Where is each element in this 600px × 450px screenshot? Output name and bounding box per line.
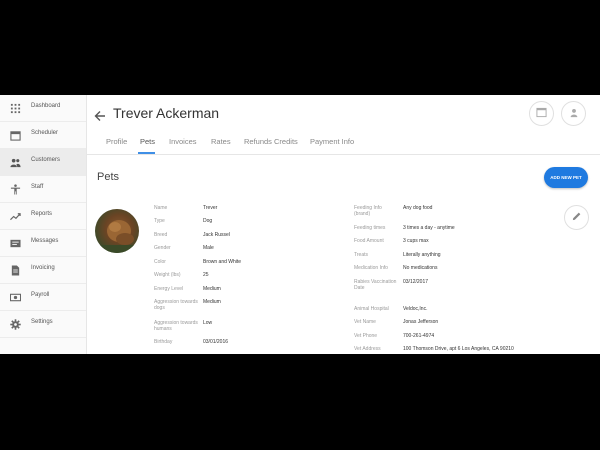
tab-invoices[interactable]: Invoices <box>169 137 197 146</box>
calendar-icon <box>536 105 547 123</box>
detail-label: Vet Name <box>354 319 376 325</box>
detail-value: Brown and White <box>203 259 242 265</box>
detail-value: Literally anything <box>403 252 441 258</box>
sidebar-item-label: Messages <box>31 238 59 244</box>
sidebar-item-invoicing[interactable]: Invoicing <box>0 257 86 284</box>
detail-value: Medium <box>203 286 221 292</box>
sidebar-item-label: Customers <box>31 157 61 163</box>
detail-label: Color <box>154 259 166 265</box>
sidebar-item-payroll[interactable]: Payroll <box>0 284 86 311</box>
detail-label: Birthday <box>154 339 173 345</box>
detail-label: Vet Address <box>354 346 381 352</box>
document-icon <box>10 265 21 276</box>
tab-pets[interactable]: Pets <box>140 137 155 146</box>
account-button[interactable] <box>561 101 586 126</box>
detail-value: Dog <box>203 218 213 224</box>
back-arrow-icon[interactable] <box>94 109 106 121</box>
people-icon <box>10 157 21 168</box>
message-icon <box>10 238 21 249</box>
money-icon <box>10 292 21 303</box>
detail-value: Male <box>203 245 214 251</box>
sidebar-item-dashboard[interactable]: Dashboard <box>0 95 86 122</box>
sidebar-item-label: Reports <box>31 211 53 217</box>
detail-label: Weight (lbs) <box>154 272 181 278</box>
sidebar: Dashboard Scheduler Customers Staff Repo… <box>0 95 87 354</box>
add-new-pet-button[interactable]: ADD NEW PET <box>544 167 588 188</box>
detail-value: 03/01/2016 <box>203 339 229 345</box>
sidebar-item-label: Staff <box>31 184 44 190</box>
detail-value: Veldoc,Inc. <box>403 306 428 312</box>
detail-value: 25 <box>203 272 209 278</box>
sidebar-item-label: Scheduler <box>31 130 59 136</box>
detail-value: 3 cups max <box>403 238 429 244</box>
detail-label: Rabies Vaccination Date <box>354 279 397 291</box>
detail-label: Feeding times <box>354 225 386 231</box>
tab-profile[interactable]: Profile <box>106 137 127 146</box>
tab-divider <box>87 154 600 155</box>
detail-value: No medications <box>403 265 438 271</box>
detail-value: 700-261-4974 <box>403 333 435 339</box>
detail-label: Vet Phone <box>354 333 378 339</box>
detail-value: 3 times a day - anytime <box>403 225 455 231</box>
detail-label: Gender <box>154 245 171 251</box>
detail-label: Treats <box>354 252 368 258</box>
calendar-icon <box>10 130 21 141</box>
pet-avatar <box>95 209 139 253</box>
sidebar-item-reports[interactable]: Reports <box>0 203 86 230</box>
tab-bar: Profile Pets Invoices Rates Refunds Cred… <box>87 129 600 155</box>
edit-button[interactable] <box>564 205 589 230</box>
detail-label: Type <box>154 218 165 224</box>
pencil-icon <box>571 209 582 227</box>
detail-value: Low <box>203 320 213 326</box>
tab-rates[interactable]: Rates <box>211 137 231 146</box>
detail-label: Animal Hospital <box>354 306 389 312</box>
calendar-button[interactable] <box>529 101 554 126</box>
app-screen: Dashboard Scheduler Customers Staff Repo… <box>0 95 600 354</box>
page-title: Trever Ackerman <box>113 105 220 121</box>
sidebar-item-label: Settings <box>31 319 53 325</box>
detail-label: Aggression towards humans <box>154 320 198 332</box>
person-icon <box>569 105 579 123</box>
detail-value: Any dog food <box>403 205 433 211</box>
sidebar-item-customers[interactable]: Customers <box>0 149 86 176</box>
detail-label: Name <box>154 205 168 211</box>
sidebar-item-scheduler[interactable]: Scheduler <box>0 122 86 149</box>
detail-label: Energy Level <box>154 286 184 292</box>
detail-value: Jack Russel <box>203 232 230 238</box>
sidebar-item-messages[interactable]: Messages <box>0 230 86 257</box>
detail-value: 100 Thomson Drive, apt 6 Los Angeles, CA… <box>403 346 514 352</box>
sidebar-item-staff[interactable]: Staff <box>0 176 86 203</box>
detail-label: Food Amount <box>354 238 384 244</box>
trend-icon <box>10 211 21 222</box>
detail-value: 03/12/2017 <box>403 279 429 285</box>
tab-refunds-credits[interactable]: Refunds Credits <box>244 137 298 146</box>
detail-label: Breed <box>154 232 168 238</box>
sidebar-item-label: Payroll <box>31 292 50 298</box>
sidebar-item-label: Dashboard <box>31 103 61 109</box>
section-title: Pets <box>97 171 120 183</box>
grid-icon <box>10 103 21 114</box>
gear-icon <box>10 319 21 330</box>
sidebar-item-settings[interactable]: Settings <box>0 311 86 338</box>
detail-value: Trever <box>203 205 218 211</box>
person-icon <box>10 184 21 195</box>
detail-label: Aggression towards dogs <box>154 299 198 311</box>
detail-label: Medication Info <box>354 265 388 271</box>
detail-value: Jonas Jefferson <box>403 319 439 325</box>
detail-value: Medium <box>203 299 221 305</box>
tab-payment-info[interactable]: Payment Info <box>310 137 354 146</box>
sidebar-item-label: Invoicing <box>31 265 55 271</box>
detail-label: Feeding Info (brand) <box>354 205 382 217</box>
